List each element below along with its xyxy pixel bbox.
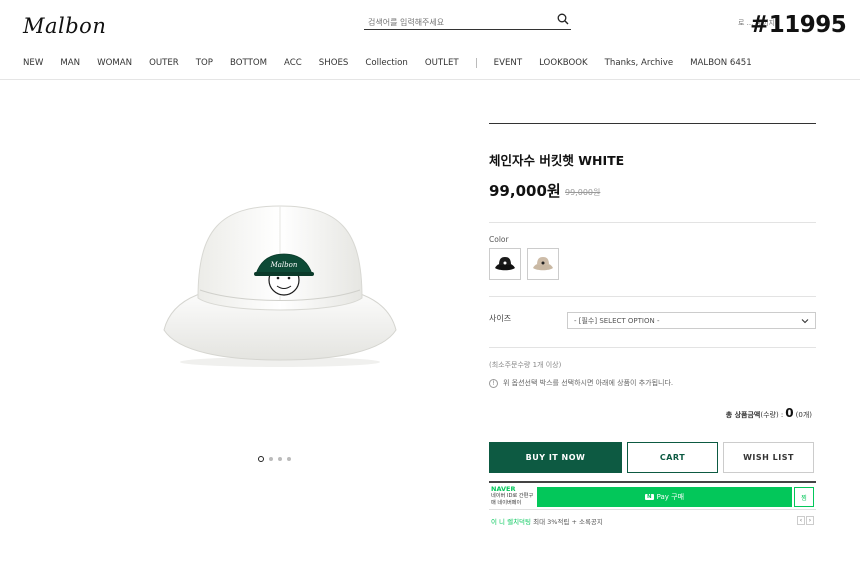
wish-list-button[interactable]: WISH LIST bbox=[723, 442, 814, 473]
search-input[interactable] bbox=[364, 13, 544, 32]
chevron-down-icon bbox=[801, 319, 809, 324]
nav-item-man[interactable]: MAN bbox=[60, 58, 80, 68]
search-bar bbox=[364, 10, 571, 32]
nav-item-malbon-6451[interactable]: MALBON 6451 bbox=[690, 58, 752, 68]
carousel-dot-4[interactable] bbox=[287, 457, 291, 461]
total-qty-label: (수량) : bbox=[760, 411, 784, 419]
divider bbox=[489, 296, 816, 297]
nav-item-outer[interactable]: OUTER bbox=[149, 58, 179, 68]
npay-event-highlight: 이 니 렐치덕팅 bbox=[491, 518, 532, 526]
svg-text:Malbon: Malbon bbox=[270, 261, 298, 269]
total-price-value: 0 bbox=[785, 406, 794, 420]
total-count: (0개) bbox=[795, 411, 812, 419]
nav-item-top[interactable]: TOP bbox=[196, 58, 213, 68]
npay-buy-button[interactable]: N Pay 구매 bbox=[537, 487, 792, 507]
npay-buy-label: Pay 구매 bbox=[656, 493, 685, 501]
size-label: 사이즈 bbox=[489, 314, 512, 323]
product-title: 체인자수 버킷햇 WHITE bbox=[489, 153, 625, 168]
size-select[interactable]: - [필수] SELECT OPTION - bbox=[567, 312, 816, 329]
carousel-dot-3[interactable] bbox=[278, 457, 282, 461]
nav-item-collection[interactable]: Collection bbox=[365, 58, 408, 68]
header-divider bbox=[0, 79, 860, 80]
black-hat-thumbnail-icon bbox=[495, 257, 515, 271]
nav-item-shoes[interactable]: SHOES bbox=[319, 58, 349, 68]
chevron-left-icon[interactable]: ‹ bbox=[797, 516, 805, 525]
npay-wish-button[interactable]: 찜 bbox=[794, 487, 814, 507]
npay-logo-icon: N bbox=[644, 494, 654, 500]
nav-item-bottom[interactable]: BOTTOM bbox=[230, 58, 267, 68]
info-icon: ! bbox=[489, 378, 498, 388]
color-option-black[interactable] bbox=[489, 248, 521, 280]
color-option-beige[interactable] bbox=[527, 248, 559, 280]
option-notice-text: 위 옵션선택 박스를 선택하시면 아래에 상품이 추가됩니다. bbox=[503, 379, 674, 387]
image-carousel-dots bbox=[258, 456, 291, 462]
npay-bottom-divider bbox=[489, 509, 816, 510]
beige-hat-thumbnail-icon bbox=[533, 257, 553, 271]
nav-item-lookbook[interactable]: LOOKBOOK bbox=[539, 58, 588, 68]
main-nav: NEW MAN WOMAN OUTER TOP BOTTOM ACC SHOES… bbox=[23, 56, 769, 70]
npay-event-desc: 최대 3%적립 + 소록공지 bbox=[533, 518, 603, 526]
product-image-bucket-hat[interactable]: Malbon bbox=[160, 190, 400, 370]
carousel-dot-1[interactable] bbox=[258, 456, 264, 462]
nav-item-new[interactable]: NEW bbox=[23, 58, 43, 68]
option-notice: ! 위 옵션선택 박스를 선택하시면 아래에 상품이 추가됩니다. bbox=[489, 378, 673, 388]
nav-item-thanks-archive[interactable]: Thanks, Archive bbox=[605, 58, 673, 68]
buy-now-button[interactable]: BUY IT NOW bbox=[489, 442, 622, 473]
divider bbox=[489, 347, 816, 348]
nav-item-acc[interactable]: ACC bbox=[284, 58, 302, 68]
npay-divider bbox=[489, 481, 816, 483]
npay-event-text: 이 니 렐치덕팅 최대 3%적립 + 소록공지 bbox=[491, 516, 603, 526]
info-top-divider bbox=[489, 123, 816, 124]
min-order-quantity: (최소주문수량 1개 이상) bbox=[489, 361, 562, 369]
nav-item-outlet[interactable]: OUTLET bbox=[425, 58, 459, 68]
brand-logo[interactable]: Malbon bbox=[23, 14, 106, 38]
color-label: Color bbox=[489, 235, 509, 244]
total-price-label: 총 상품금액 bbox=[725, 411, 761, 419]
nav-divider bbox=[475, 58, 477, 68]
divider bbox=[489, 222, 816, 223]
chevron-right-icon[interactable]: › bbox=[806, 516, 814, 525]
nav-item-woman[interactable]: WOMAN bbox=[97, 58, 132, 68]
naver-logo: NAVER bbox=[491, 485, 516, 493]
overlay-badge: #11995 bbox=[750, 12, 847, 38]
cart-button[interactable]: CART bbox=[627, 442, 718, 473]
original-price: 99,000원 bbox=[565, 188, 601, 197]
carousel-dot-2[interactable] bbox=[269, 457, 273, 461]
npay-pager: ‹ › bbox=[797, 516, 814, 525]
total-price: 총 상품금액 (수량) : 0 (0개) bbox=[726, 406, 812, 420]
product-price: 99,000원 bbox=[489, 182, 561, 200]
npay-description: 네이버 ID로 간편구매 네이버페이 bbox=[491, 493, 534, 506]
nav-item-event[interactable]: EVENT bbox=[494, 58, 522, 68]
search-icon[interactable] bbox=[557, 13, 569, 25]
size-select-value: - [필수] SELECT OPTION - bbox=[574, 317, 660, 325]
